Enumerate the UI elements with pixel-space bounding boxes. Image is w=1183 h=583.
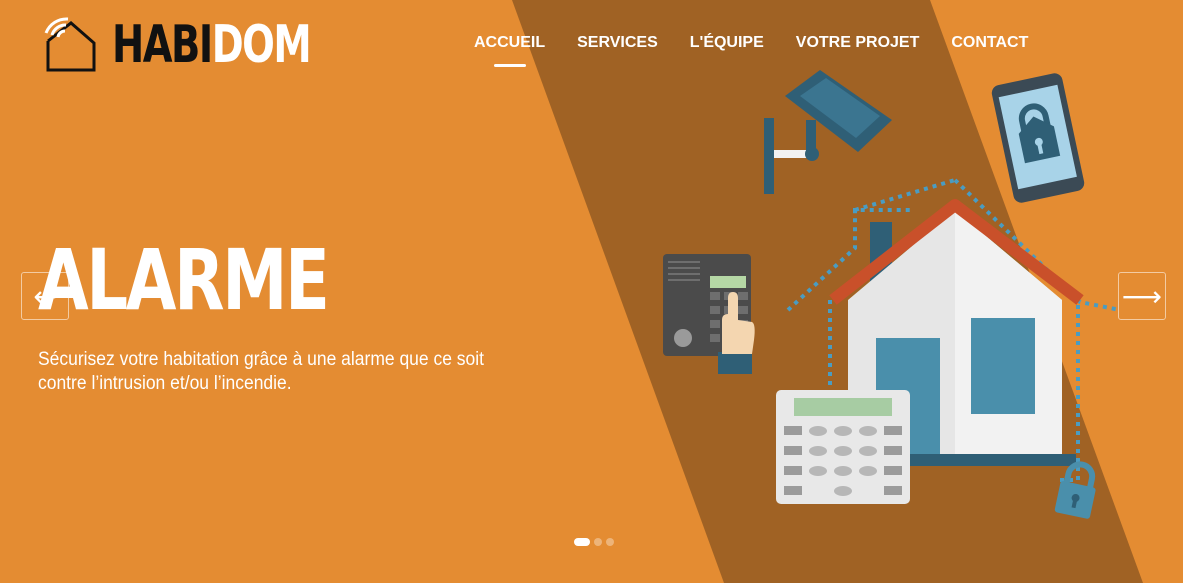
- logo-text-habi: HABI: [112, 15, 213, 75]
- carousel-dot-2[interactable]: [594, 538, 602, 546]
- main-nav: ACCUEIL SERVICES L'ÉQUIPE VOTRE PROJET C…: [474, 32, 1060, 67]
- slide-title: ALARME: [38, 231, 330, 329]
- carousel-dot-1[interactable]: [574, 538, 590, 546]
- nav-item-services[interactable]: SERVICES: [577, 32, 658, 54]
- slide-description: Sécurisez votre habitation grâce à une a…: [38, 349, 484, 394]
- logo-text-dom: DOM: [211, 15, 312, 75]
- intercom-keypad-icon: [663, 254, 755, 374]
- nav-item-votre-projet[interactable]: VOTRE PROJET: [796, 32, 920, 54]
- nav-item-equipe[interactable]: L'ÉQUIPE: [690, 32, 764, 54]
- carousel-pagination: [574, 538, 614, 546]
- logo-house-icon: [44, 17, 96, 72]
- security-camera-icon: [764, 70, 892, 194]
- nav-item-contact[interactable]: CONTACT: [951, 32, 1028, 54]
- nav-item-accueil[interactable]: ACCUEIL: [474, 32, 545, 67]
- brand-logo[interactable]: HABIDOM: [44, 16, 380, 74]
- alarm-keypad-icon: [776, 390, 910, 504]
- next-slide-button[interactable]: ⟶: [1118, 272, 1166, 320]
- carousel-dot-3[interactable]: [606, 538, 614, 546]
- hero-slider: HABIDOM ACCUEIL SERVICES L'ÉQUIPE VOTRE …: [0, 0, 1183, 583]
- logo-text: HABIDOM: [112, 15, 312, 75]
- smartphone-lock-icon: [991, 73, 1085, 203]
